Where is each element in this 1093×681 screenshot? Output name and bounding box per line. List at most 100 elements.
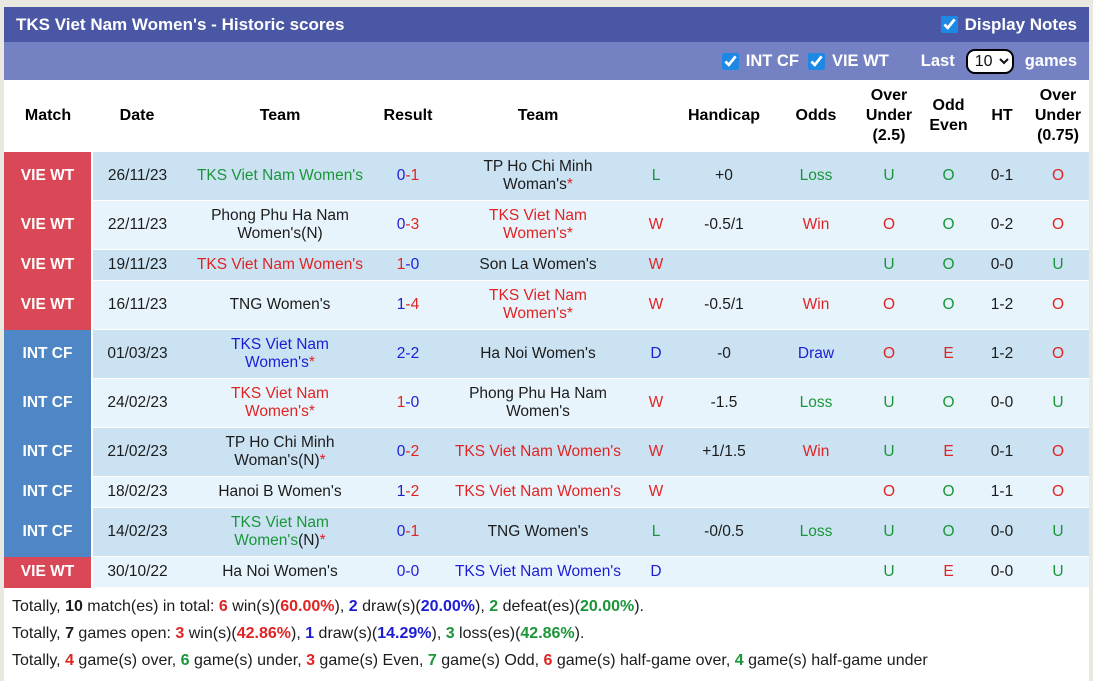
outcome-cell: D — [638, 556, 674, 588]
ht-cell: 1-2 — [977, 329, 1027, 379]
table-row: VIE WT 30/10/22 Ha Noi Women's 0-0 TKS Viet … — [4, 556, 1089, 588]
outcome-letter: W — [648, 443, 664, 460]
summary-segment: ). — [574, 625, 585, 642]
summary-segment: Totally, — [12, 598, 66, 615]
summary-segment: 2 — [348, 598, 358, 615]
summary: Totally, 10 match(es) in total: 6 win(s)… — [4, 588, 1089, 681]
odd-even-cell: E — [920, 556, 977, 588]
team-name: Women's — [506, 403, 570, 420]
summary-segment: 1 — [305, 625, 315, 642]
away-team-cell: Ha Noi Women's — [438, 329, 638, 379]
outcome-cell: W — [638, 476, 674, 508]
over-under-25-cell: U — [858, 249, 920, 281]
odds-result: Loss — [799, 523, 833, 540]
away-team-cell: TKS Viet Nam Women's — [438, 476, 638, 508]
over-under-25-cell: U — [858, 507, 920, 557]
summary-segment: 42.86% — [520, 625, 575, 642]
summary-segment: loss(es)( — [454, 625, 521, 642]
team-name: Women's — [245, 354, 309, 371]
home-team-cell: Hanoi B Women's — [182, 476, 378, 508]
over-under-075-cell: O — [1027, 280, 1089, 330]
over-under-25-cell: U — [858, 378, 920, 428]
over-under-25-cell: U — [858, 556, 920, 588]
team-name: Son La Women's — [479, 256, 597, 273]
summary-segment: Totally, — [12, 652, 66, 669]
summary-line: Totally, 4 game(s) over, 6 game(s) under… — [12, 647, 1081, 674]
summary-segment: ), — [290, 625, 306, 642]
over-under-25-letter: U — [883, 394, 895, 411]
handicap-cell — [674, 556, 774, 588]
team-name: TKS Viet Nam Women's — [454, 483, 622, 500]
home-team-cell: TKS Viet Nam Women's* — [182, 378, 378, 428]
team-name: Women's — [245, 403, 309, 420]
team-name: Woman's — [503, 176, 567, 193]
outcome-letter: W — [648, 256, 664, 273]
over-under-075-cell: O — [1027, 476, 1089, 508]
over-under-075-letter: U — [1052, 523, 1064, 540]
over-under-25-letter: U — [883, 256, 895, 273]
outcome-letter: L — [651, 167, 661, 184]
away-team-cell: TNG Women's — [438, 507, 638, 557]
home-team-cell: TKS Viet Nam Women's — [182, 152, 378, 201]
over-under-075-letter: U — [1052, 394, 1064, 411]
team-star: * — [308, 354, 315, 371]
display-notes-toggle[interactable]: Display Notes — [940, 15, 1077, 35]
handicap-cell: +0 — [674, 152, 774, 201]
summary-segment: 6 — [180, 652, 190, 669]
summary-segment: game(s) half-game over, — [552, 652, 735, 669]
away-score: -4 — [405, 296, 420, 313]
games-count-select[interactable]: 10 — [965, 48, 1014, 74]
team-name: Hanoi B Women's — [218, 483, 342, 500]
team-name: TKS Viet Nam — [231, 514, 329, 531]
over-under-075-letter: O — [1051, 443, 1065, 460]
summary-segment: game(s) half-game under — [743, 652, 928, 669]
away-score: -2 — [405, 345, 420, 362]
home-team-cell: TNG Women's — [182, 280, 378, 330]
int-cf-label: INT CF — [745, 51, 799, 70]
summary-segment: 3 — [175, 625, 185, 642]
team-name: Women's — [503, 225, 567, 242]
match-league-cell: VIE WT — [4, 280, 93, 330]
date-cell: 24/02/23 — [92, 378, 182, 428]
table-body: VIE WT 26/11/23 TKS Viet Nam Women's 0-1 TP … — [4, 152, 1089, 588]
odd-even-letter: O — [942, 216, 955, 233]
odds-cell — [774, 476, 858, 508]
team-name: Women's — [503, 305, 567, 322]
over-under-075-cell: U — [1027, 507, 1089, 557]
summary-segment: 3 — [306, 652, 315, 669]
over-under-25-letter: O — [882, 296, 896, 313]
team-name: Women's — [234, 532, 299, 549]
away-score: -2 — [405, 483, 420, 500]
table-row: VIE WT 16/11/23 TNG Women's 1-4 TKS Viet Nam… — [4, 280, 1089, 330]
ht-cell: 1-2 — [977, 280, 1027, 330]
summary-segment: game(s) over, — [73, 652, 181, 669]
over-under-075-cell: U — [1027, 556, 1089, 588]
team-name: Ha Noi Women's — [480, 345, 596, 362]
over-under-25-letter: O — [882, 216, 896, 233]
col-match: Match — [4, 80, 92, 152]
display-notes-checkbox[interactable] — [940, 16, 958, 33]
handicap-cell — [674, 476, 774, 508]
int-cf-toggle[interactable]: INT CF — [721, 51, 799, 71]
summary-line: Totally, 10 match(es) in total: 6 win(s)… — [12, 593, 1081, 620]
vie-wt-checkbox[interactable] — [807, 52, 825, 70]
odd-even-cell: O — [920, 200, 977, 250]
team-name: Ha Noi Women's — [222, 563, 338, 580]
handicap-cell — [674, 249, 774, 281]
int-cf-checkbox[interactable] — [721, 52, 739, 70]
col-away-team: Team — [438, 80, 638, 152]
outcome-cell: W — [638, 378, 674, 428]
away-team-cell: TKS Viet Nam Women's* — [438, 280, 638, 330]
team-name: TKS Viet Nam Women's — [196, 256, 364, 273]
team-name: TKS Viet Nam Women's — [454, 443, 622, 460]
vie-wt-toggle[interactable]: VIE WT — [807, 52, 889, 71]
summary-segment: 3 — [445, 625, 455, 642]
ht-cell: 1-1 — [977, 476, 1027, 508]
team-name: TKS Viet Nam Women's — [454, 563, 622, 580]
team-name: TP Ho Chi Minh — [225, 434, 335, 451]
date-cell: 30/10/22 — [92, 556, 182, 588]
over-under-075-cell: O — [1027, 152, 1089, 201]
date-cell: 16/11/23 — [92, 280, 182, 330]
over-under-25-cell: U — [858, 152, 920, 201]
ht-cell: 0-0 — [977, 249, 1027, 281]
